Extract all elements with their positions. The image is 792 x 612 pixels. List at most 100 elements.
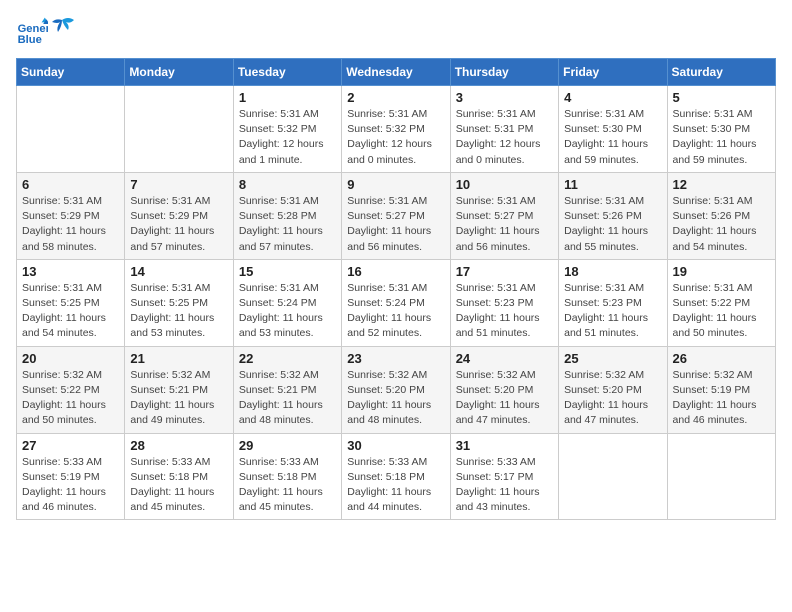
day-detail: Sunrise: 5:31 AM Sunset: 5:27 PM Dayligh… — [347, 194, 444, 255]
day-number: 27 — [22, 438, 119, 453]
day-detail: Sunrise: 5:31 AM Sunset: 5:26 PM Dayligh… — [564, 194, 661, 255]
header-row: SundayMondayTuesdayWednesdayThursdayFrid… — [17, 59, 776, 86]
day-detail: Sunrise: 5:31 AM Sunset: 5:22 PM Dayligh… — [673, 281, 770, 342]
calendar-cell: 25Sunrise: 5:32 AM Sunset: 5:20 PM Dayli… — [559, 346, 667, 433]
day-detail: Sunrise: 5:31 AM Sunset: 5:29 PM Dayligh… — [130, 194, 227, 255]
calendar-cell: 4 Sunrise: 5:31 AM Sunset: 5:30 PM Daylig… — [559, 86, 667, 173]
day-number: 12 — [673, 177, 770, 192]
day-detail: Sunrise: 5:31 AM Sunset: 5:25 PM Dayligh… — [22, 281, 119, 342]
day-number: 5 — [673, 90, 770, 105]
calendar-cell: 23Sunrise: 5:32 AM Sunset: 5:20 PM Dayli… — [342, 346, 450, 433]
day-number: 6 — [22, 177, 119, 192]
day-number: 16 — [347, 264, 444, 279]
calendar-cell: 16 Sunrise: 5:31 AM Sunset: 5:24 PM Dayli… — [342, 259, 450, 346]
logo-icon: General Blue — [16, 16, 48, 48]
calendar-week-2: 6 Sunrise: 5:31 AM Sunset: 5:29 PM Daylig… — [17, 172, 776, 259]
logo: General Blue — [16, 16, 76, 48]
calendar-cell: 29Sunrise: 5:33 AM Sunset: 5:18 PM Dayli… — [233, 433, 341, 520]
day-number: 28 — [130, 438, 227, 453]
calendar-cell: 27 Sunrise: 5:33 AM Sunset: 5:19 PM Dayli… — [17, 433, 125, 520]
day-number: 1 — [239, 90, 336, 105]
day-number: 30 — [347, 438, 444, 453]
calendar-cell: 15 Sunrise: 5:31 AM Sunset: 5:24 PM Dayli… — [233, 259, 341, 346]
calendar-cell: 9 Sunrise: 5:31 AM Sunset: 5:27 PM Daylig… — [342, 172, 450, 259]
day-detail: Sunrise: 5:31 AM Sunset: 5:23 PM Dayligh… — [456, 281, 553, 342]
day-detail: Sunrise: 5:33 AM Sunset: 5:18 PM Dayligh… — [347, 455, 444, 516]
calendar-cell: 22 Sunrise: 5:32 AM Sunset: 5:21 PM Dayli… — [233, 346, 341, 433]
day-detail: Sunrise: 5:32 AM Sunset: 5:21 PM Dayligh… — [239, 368, 336, 429]
day-number: 20 — [22, 351, 119, 366]
logo-bird-icon — [48, 14, 76, 42]
calendar-header: SundayMondayTuesdayWednesdayThursdayFrid… — [17, 59, 776, 86]
day-detail: Sunrise: 5:31 AM Sunset: 5:28 PM Dayligh… — [239, 194, 336, 255]
calendar-cell — [667, 433, 775, 520]
page-header: General Blue — [16, 16, 776, 48]
day-number: 8 — [239, 177, 336, 192]
day-detail: Sunrise: 5:31 AM Sunset: 5:32 PM Dayligh… — [239, 107, 336, 168]
day-number: 24 — [456, 351, 553, 366]
calendar-week-4: 20 Sunrise: 5:32 AM Sunset: 5:22 PM Dayli… — [17, 346, 776, 433]
calendar-cell: 20 Sunrise: 5:32 AM Sunset: 5:22 PM Dayli… — [17, 346, 125, 433]
day-number: 2 — [347, 90, 444, 105]
calendar-cell: 17 Sunrise: 5:31 AM Sunset: 5:23 PM Dayli… — [450, 259, 558, 346]
calendar-cell: 28 Sunrise: 5:33 AM Sunset: 5:18 PM Dayli… — [125, 433, 233, 520]
calendar-cell — [559, 433, 667, 520]
day-number: 14 — [130, 264, 227, 279]
calendar-cell: 31 Sunrise: 5:33 AM Sunset: 5:17 PM Dayli… — [450, 433, 558, 520]
day-number: 9 — [347, 177, 444, 192]
day-detail: Sunrise: 5:33 AM Sunset: 5:19 PM Dayligh… — [22, 455, 119, 516]
day-detail: Sunrise: 5:31 AM Sunset: 5:24 PM Dayligh… — [347, 281, 444, 342]
calendar-body: 1 Sunrise: 5:31 AM Sunset: 5:32 PM Daylig… — [17, 86, 776, 520]
day-number: 11 — [564, 177, 661, 192]
day-number: 10 — [456, 177, 553, 192]
day-detail: Sunrise: 5:31 AM Sunset: 5:27 PM Dayligh… — [456, 194, 553, 255]
header-day-monday: Monday — [125, 59, 233, 86]
header-day-wednesday: Wednesday — [342, 59, 450, 86]
calendar-cell: 14 Sunrise: 5:31 AM Sunset: 5:25 PM Dayli… — [125, 259, 233, 346]
day-number: 29 — [239, 438, 336, 453]
day-number: 17 — [456, 264, 553, 279]
calendar-week-1: 1 Sunrise: 5:31 AM Sunset: 5:32 PM Daylig… — [17, 86, 776, 173]
calendar-cell: 10 Sunrise: 5:31 AM Sunset: 5:27 PM Dayli… — [450, 172, 558, 259]
calendar-week-5: 27 Sunrise: 5:33 AM Sunset: 5:19 PM Dayli… — [17, 433, 776, 520]
svg-text:Blue: Blue — [18, 34, 42, 46]
header-day-saturday: Saturday — [667, 59, 775, 86]
svg-text:General: General — [18, 23, 48, 35]
calendar-cell: 24 Sunrise: 5:32 AM Sunset: 5:20 PM Dayli… — [450, 346, 558, 433]
calendar-cell — [17, 86, 125, 173]
header-day-tuesday: Tuesday — [233, 59, 341, 86]
calendar-cell: 6 Sunrise: 5:31 AM Sunset: 5:29 PM Daylig… — [17, 172, 125, 259]
day-detail: Sunrise: 5:33 AM Sunset: 5:17 PM Dayligh… — [456, 455, 553, 516]
day-number: 22 — [239, 351, 336, 366]
calendar-cell: 11 Sunrise: 5:31 AM Sunset: 5:26 PM Dayli… — [559, 172, 667, 259]
day-number: 15 — [239, 264, 336, 279]
day-detail: Sunrise: 5:32 AM Sunset: 5:20 PM Dayligh… — [347, 368, 444, 429]
calendar-cell: 8 Sunrise: 5:31 AM Sunset: 5:28 PM Daylig… — [233, 172, 341, 259]
calendar-cell: 1 Sunrise: 5:31 AM Sunset: 5:32 PM Daylig… — [233, 86, 341, 173]
day-number: 19 — [673, 264, 770, 279]
day-number: 4 — [564, 90, 661, 105]
day-number: 26 — [673, 351, 770, 366]
day-number: 21 — [130, 351, 227, 366]
header-day-friday: Friday — [559, 59, 667, 86]
calendar-cell: 21Sunrise: 5:32 AM Sunset: 5:21 PM Dayli… — [125, 346, 233, 433]
day-number: 13 — [22, 264, 119, 279]
day-number: 31 — [456, 438, 553, 453]
day-detail: Sunrise: 5:32 AM Sunset: 5:20 PM Dayligh… — [564, 368, 661, 429]
day-detail: Sunrise: 5:31 AM Sunset: 5:29 PM Dayligh… — [22, 194, 119, 255]
day-detail: Sunrise: 5:31 AM Sunset: 5:26 PM Dayligh… — [673, 194, 770, 255]
calendar-cell: 7 Sunrise: 5:31 AM Sunset: 5:29 PM Daylig… — [125, 172, 233, 259]
day-detail: Sunrise: 5:32 AM Sunset: 5:20 PM Dayligh… — [456, 368, 553, 429]
calendar-cell: 26Sunrise: 5:32 AM Sunset: 5:19 PM Dayli… — [667, 346, 775, 433]
day-detail: Sunrise: 5:31 AM Sunset: 5:30 PM Dayligh… — [564, 107, 661, 168]
calendar-cell: 18Sunrise: 5:31 AM Sunset: 5:23 PM Dayli… — [559, 259, 667, 346]
calendar-week-3: 13 Sunrise: 5:31 AM Sunset: 5:25 PM Dayli… — [17, 259, 776, 346]
day-number: 7 — [130, 177, 227, 192]
day-number: 3 — [456, 90, 553, 105]
calendar-cell: 3Sunrise: 5:31 AM Sunset: 5:31 PM Daylig… — [450, 86, 558, 173]
day-detail: Sunrise: 5:33 AM Sunset: 5:18 PM Dayligh… — [130, 455, 227, 516]
day-detail: Sunrise: 5:31 AM Sunset: 5:25 PM Dayligh… — [130, 281, 227, 342]
header-day-sunday: Sunday — [17, 59, 125, 86]
day-detail: Sunrise: 5:32 AM Sunset: 5:22 PM Dayligh… — [22, 368, 119, 429]
day-detail: Sunrise: 5:31 AM Sunset: 5:24 PM Dayligh… — [239, 281, 336, 342]
